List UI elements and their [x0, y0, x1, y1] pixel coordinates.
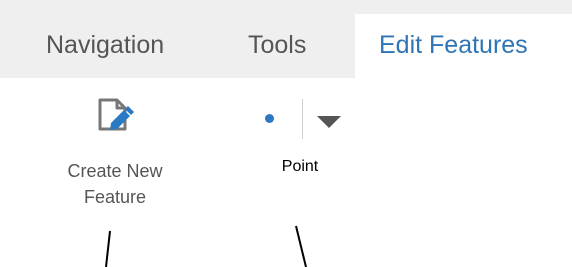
point-tool-button[interactable]: Point — [240, 96, 360, 196]
point-label: Point — [281, 158, 319, 175]
tab-navigation[interactable]: Navigation — [46, 20, 164, 78]
chevron-down-icon[interactable] — [314, 110, 344, 132]
split-button-divider — [302, 99, 303, 139]
edit-features-ribbon: Navigation Tools Edit Features Create Ne… — [0, 0, 572, 267]
tab-tools[interactable]: Tools — [248, 20, 306, 78]
tab-edit-features[interactable]: Edit Features — [355, 14, 572, 78]
callout-line-create-feature — [105, 230, 111, 267]
point-icon — [265, 114, 274, 123]
create-new-feature-label-line2: Feature — [83, 187, 147, 207]
callout-line-point — [295, 225, 307, 267]
create-new-feature-label: Create New Feature — [40, 158, 190, 210]
tab-bar: Navigation Tools Edit Features — [0, 0, 572, 78]
document-edit-icon — [93, 96, 135, 138]
create-new-feature-label-line1: Create New — [67, 161, 163, 181]
create-new-feature-button[interactable]: Create New Feature — [40, 96, 190, 216]
